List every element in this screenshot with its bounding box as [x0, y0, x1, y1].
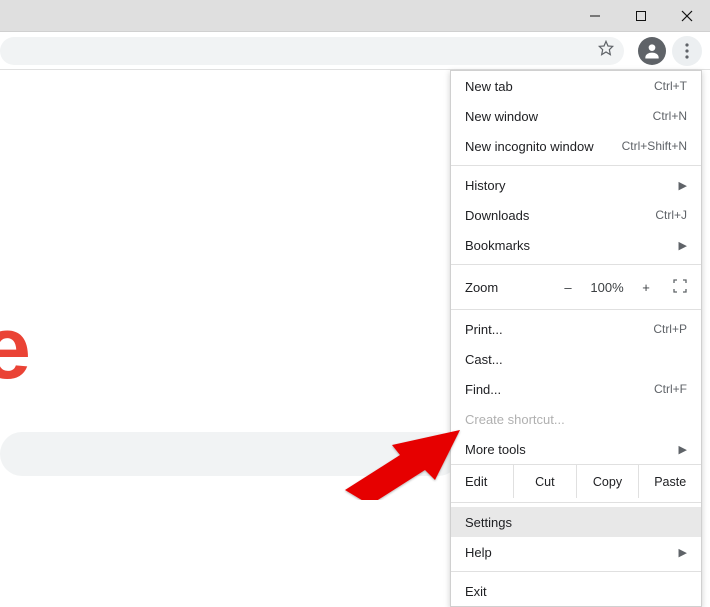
submenu-arrow-icon: ▶: [679, 546, 687, 559]
bookmark-star-icon[interactable]: [598, 40, 614, 61]
menu-label: Help: [465, 545, 679, 560]
zoom-in-button[interactable]: +: [637, 280, 655, 295]
browser-toolbar: [0, 32, 710, 70]
menu-shortcut: Ctrl+P: [653, 322, 687, 336]
menu-label: Create shortcut...: [465, 412, 687, 427]
menu-separator: [451, 309, 701, 310]
edit-paste-button[interactable]: Paste: [638, 465, 701, 498]
window-titlebar: [0, 0, 710, 32]
menu-label: Exit: [465, 584, 687, 599]
minimize-button[interactable]: [572, 0, 618, 32]
menu-label: New tab: [465, 79, 654, 94]
menu-separator: [451, 264, 701, 265]
zoom-value: 100%: [587, 280, 627, 295]
menu-label: New window: [465, 109, 653, 124]
menu-label: Find...: [465, 382, 654, 397]
menu-shortcut: Ctrl+F: [654, 382, 687, 396]
menu-shortcut: Ctrl+J: [655, 208, 687, 222]
submenu-arrow-icon: ▶: [679, 179, 687, 192]
menu-edit-row: Edit Cut Copy Paste: [451, 464, 701, 498]
menu-shortcut: Ctrl+T: [654, 79, 687, 93]
menu-shortcut: Ctrl+Shift+N: [622, 139, 687, 153]
menu-settings[interactable]: Settings: [451, 507, 701, 537]
menu-create-shortcut: Create shortcut...: [451, 404, 701, 434]
annotation-arrow-icon: [340, 420, 470, 500]
maximize-button[interactable]: [618, 0, 664, 32]
menu-label: Settings: [465, 515, 687, 530]
submenu-arrow-icon: ▶: [679, 443, 687, 456]
menu-separator: [451, 165, 701, 166]
close-button[interactable]: [664, 0, 710, 32]
menu-label: Print...: [465, 322, 653, 337]
edit-copy-button[interactable]: Copy: [576, 465, 639, 498]
chrome-main-menu: New tab Ctrl+T New window Ctrl+N New inc…: [450, 70, 702, 607]
menu-label: Downloads: [465, 208, 655, 223]
menu-print[interactable]: Print... Ctrl+P: [451, 314, 701, 344]
menu-downloads[interactable]: Downloads Ctrl+J: [451, 200, 701, 230]
menu-new-window[interactable]: New window Ctrl+N: [451, 101, 701, 131]
menu-separator: [451, 502, 701, 503]
edit-cut-button[interactable]: Cut: [513, 465, 576, 498]
menu-more-tools[interactable]: More tools ▶: [451, 434, 701, 464]
menu-zoom: Zoom – 100% +: [451, 269, 701, 305]
menu-exit[interactable]: Exit: [451, 576, 701, 606]
menu-cast[interactable]: Cast...: [451, 344, 701, 374]
menu-find[interactable]: Find... Ctrl+F: [451, 374, 701, 404]
menu-label: Bookmarks: [465, 238, 679, 253]
address-bar[interactable]: [0, 37, 624, 65]
menu-help[interactable]: Help ▶: [451, 537, 701, 567]
menu-label: History: [465, 178, 679, 193]
menu-history[interactable]: History ▶: [451, 170, 701, 200]
menu-new-incognito[interactable]: New incognito window Ctrl+Shift+N: [451, 131, 701, 161]
zoom-out-button[interactable]: –: [559, 280, 577, 295]
menu-label: Zoom: [465, 280, 551, 295]
menu-kebab-icon[interactable]: [672, 36, 702, 66]
submenu-arrow-icon: ▶: [679, 239, 687, 252]
menu-new-tab[interactable]: New tab Ctrl+T: [451, 71, 701, 101]
menu-separator: [451, 571, 701, 572]
menu-label: More tools: [465, 442, 679, 457]
google-logo-fragment: e: [0, 304, 31, 392]
profile-avatar-icon[interactable]: [638, 37, 666, 65]
menu-label: Cast...: [465, 352, 687, 367]
menu-shortcut: Ctrl+N: [653, 109, 687, 123]
menu-bookmarks[interactable]: Bookmarks ▶: [451, 230, 701, 260]
menu-label: New incognito window: [465, 139, 622, 154]
fullscreen-icon[interactable]: [673, 279, 687, 296]
